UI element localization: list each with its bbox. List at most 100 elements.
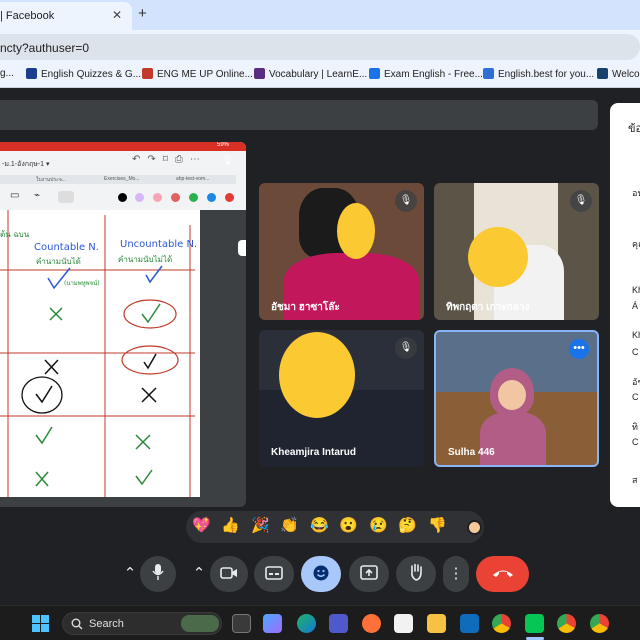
bookmark-item[interactable]: g... [0, 68, 14, 79]
side-panel-item: C [632, 392, 639, 402]
more-options-button[interactable]: ⋮ [443, 556, 469, 592]
taskbar-search[interactable]: Search [62, 612, 222, 635]
present-screen-button[interactable] [349, 556, 389, 592]
participant-tile-active[interactable]: ••• Sulha 446 [434, 330, 599, 467]
mic-muted-icon: 🎙 [570, 190, 592, 212]
task-view-icon[interactable] [232, 614, 251, 633]
side-panel-item: C [632, 347, 639, 357]
color-swatch [207, 193, 216, 202]
reaction-surprised[interactable]: 😮 [339, 516, 358, 534]
svg-text:ต้น ฉบน: ต้น ฉบน [0, 230, 30, 239]
color-swatch [153, 193, 162, 202]
camera-button[interactable] [210, 556, 248, 592]
chrome-profile-icon[interactable] [590, 614, 609, 633]
reactions-bar: 💖 👍 🎉 👏 😂 😮 😢 🤔 👎 [186, 511, 484, 543]
meeting-top-bar [0, 100, 598, 130]
file-explorer-icon[interactable] [427, 614, 446, 633]
mic-muted-icon: 🎙 [395, 190, 417, 212]
chrome-profile-icon[interactable] [557, 614, 576, 633]
address-bar-row: ncty?authuser=0 [0, 30, 640, 63]
color-swatch [118, 193, 127, 202]
bookmark-icon [26, 68, 37, 79]
bookmark-icon [142, 68, 153, 79]
microphone-button[interactable] [140, 556, 176, 592]
address-bar[interactable]: ncty?authuser=0 [0, 34, 640, 60]
side-panel-item: Á [632, 301, 639, 311]
side-panel-item[interactable]: Kh [632, 285, 640, 295]
participant-face [498, 380, 526, 410]
firefox-icon[interactable] [362, 614, 381, 633]
participant-name: ทิพกฤตา เกาะกลาง [446, 302, 530, 313]
side-panel-item[interactable]: อัช [632, 375, 640, 389]
chrome-icon[interactable] [492, 614, 511, 633]
reaction-party[interactable]: 🎉 [251, 516, 270, 534]
edge-icon[interactable] [297, 614, 316, 633]
browser-tab[interactable]: | Facebook ✕ [0, 2, 132, 30]
search-highlight-image [181, 615, 219, 632]
document-title: -ม.1-อังกฤษ-1 ▾ [2, 161, 50, 168]
windows-start-icon[interactable] [32, 615, 49, 632]
side-panel-item[interactable]: คุณ [632, 237, 640, 251]
side-panel-item: C [632, 437, 639, 447]
bookmark-icon [369, 68, 380, 79]
bookmark-item[interactable]: Welcom [597, 68, 640, 80]
url-text: ncty?authuser=0 [0, 41, 90, 55]
side-panel-item[interactable]: ทิ [632, 420, 638, 434]
tab-title: | Facebook [0, 10, 55, 22]
new-tab-button[interactable]: + [138, 5, 147, 22]
svg-text:Uncountable N.: Uncountable N. [120, 239, 197, 250]
face-blur [337, 203, 375, 259]
reaction-clap[interactable]: 👏 [280, 516, 299, 534]
reaction-thinking[interactable]: 🤔 [398, 516, 417, 534]
bookmark-item[interactable]: English Quizzes & G... [26, 68, 141, 80]
raise-hand-button[interactable] [396, 556, 436, 592]
leave-call-button[interactable] [476, 556, 529, 592]
bookmark-item[interactable]: English.best for you... [483, 68, 594, 80]
skin-tone-picker[interactable] [467, 520, 482, 535]
bookmark-item[interactable]: Exam English - Free... [369, 68, 483, 80]
color-swatch [225, 193, 234, 202]
side-panel-item[interactable]: ส [632, 473, 638, 487]
bookmark-item[interactable]: ENG ME UP Online... [142, 68, 253, 80]
tablet-toolbar: 59% -ม.1-อังกฤษ-1 ▾ ↶↷⌑⎙⋯ ใบงานประจ... E… [0, 142, 246, 210]
side-pull-tab[interactable] [238, 240, 246, 256]
pen-toolbar: ▭ ⌁ [0, 187, 246, 207]
side-panel-item[interactable]: อนุ [632, 186, 640, 200]
hang-up-icon [492, 570, 513, 577]
bookmark-icon [483, 68, 494, 79]
side-panel-item[interactable]: Kh [632, 330, 640, 340]
handwriting-drawing: ต้น ฉบน Countable N. คำนามนับได้ Uncount… [0, 210, 197, 497]
close-tab-icon[interactable]: ✕ [112, 8, 122, 22]
bookmark-item[interactable]: Vocabulary | LearnE... [254, 68, 367, 80]
color-swatch [171, 193, 180, 202]
participant-tile[interactable]: 🎙 ทิพกฤตา เกาะกลาง [434, 183, 599, 320]
presentation-tile[interactable]: 59% -ม.1-อังกฤษ-1 ▾ ↶↷⌑⎙⋯ ใบงานประจ... E… [0, 142, 246, 507]
line-icon[interactable] [525, 614, 544, 633]
eraser-icon: ⌁ [34, 190, 41, 201]
bookmark-icon [597, 68, 608, 79]
mic-off-icon: 🎙 [221, 155, 234, 166]
side-panel: ข้อ อนุ คุณ Kh Á Kh C อัช C ทิ C ส [610, 103, 640, 507]
present-icon [360, 565, 378, 580]
face-blur [279, 332, 355, 418]
copilot-icon[interactable] [263, 614, 282, 633]
more-options-icon[interactable]: ••• [569, 339, 589, 359]
outlook-icon[interactable] [460, 614, 479, 633]
battery-level: 59% [217, 142, 230, 148]
reaction-laugh[interactable]: 😂 [310, 516, 329, 534]
reaction-thumbs-up[interactable]: 👍 [221, 516, 240, 534]
participant-tile[interactable]: 🎙 อัชมา ฮาซาโล๊ะ [259, 183, 424, 320]
reaction-sad[interactable]: 😢 [369, 516, 388, 534]
reaction-thumbs-down[interactable]: 👎 [428, 516, 447, 534]
amazon-icon[interactable] [394, 614, 413, 633]
participant-tile[interactable]: 🎙 Kheamjira Intarud [259, 330, 424, 467]
text-tool-icon: ▭ [10, 190, 20, 201]
participant-name: Kheamjira Intarud [271, 447, 357, 458]
reaction-heart[interactable]: 💖 [192, 516, 211, 534]
captions-button[interactable] [254, 556, 294, 592]
hand-icon [411, 563, 422, 581]
color-swatch [135, 193, 144, 202]
svg-text:(นามพหูพจน์): (นามพหูพจน์) [64, 279, 100, 287]
teams-icon[interactable] [329, 614, 348, 633]
emoji-reactions-button[interactable] [301, 556, 341, 592]
